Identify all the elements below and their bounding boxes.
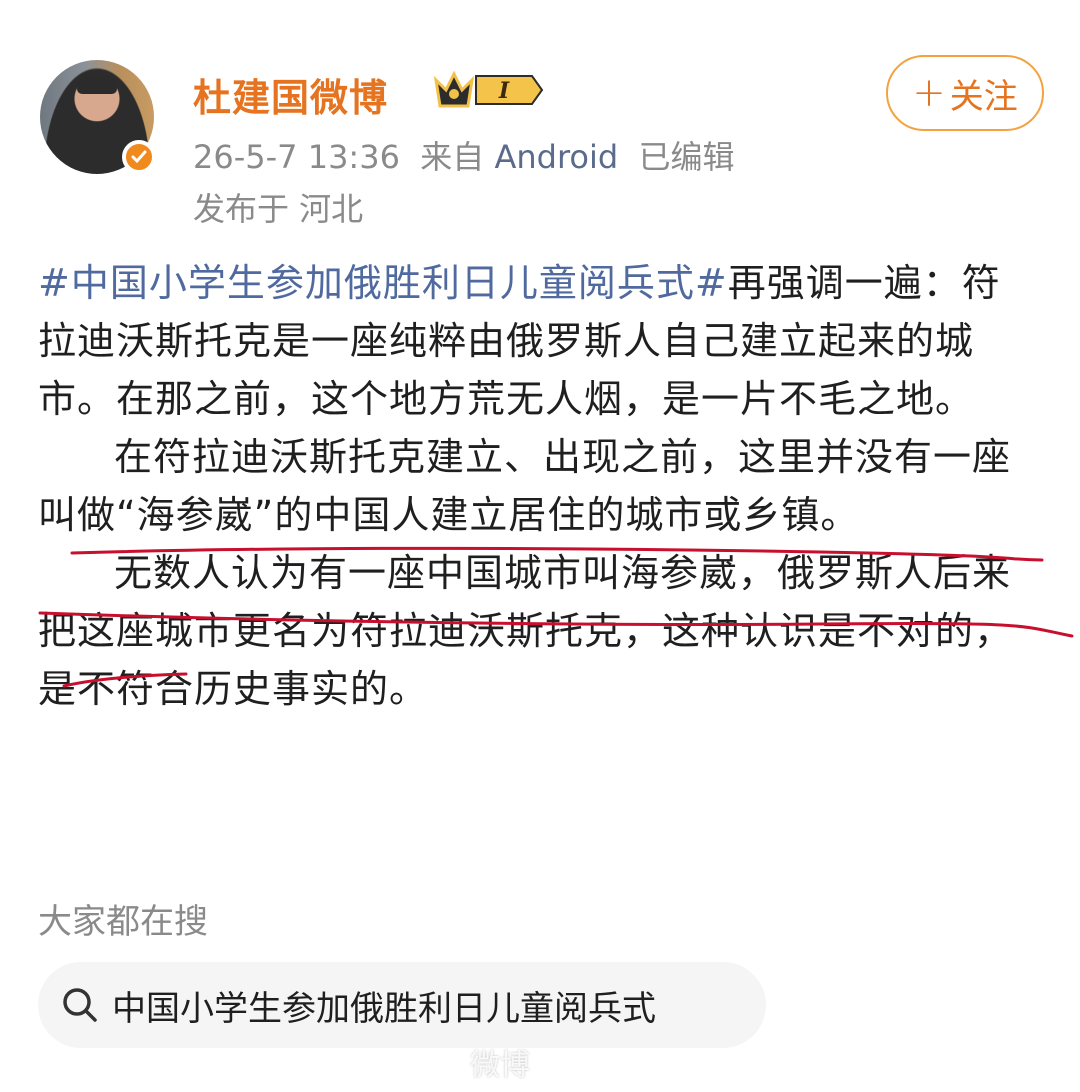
post-meta: 26-5-7 13:36 来自 Android 已编辑 (193, 132, 735, 178)
avatar-hair (77, 76, 117, 94)
watermark: 微博 (470, 1048, 530, 1083)
post-location: 发布于 河北 (193, 190, 364, 228)
plus-icon: + (912, 70, 946, 116)
follow-label: 关注 (949, 76, 1018, 117)
hot-search-item[interactable]: 中国小学生参加俄胜利日儿童阅兵式 (38, 962, 766, 1048)
follow-button[interactable]: + 关注 (886, 55, 1044, 131)
post-timestamp: 26-5-7 13:36 (193, 138, 400, 176)
source-prefix: 来自 (420, 138, 485, 176)
source-link[interactable]: Android (494, 138, 618, 176)
edited-label: 已编辑 (638, 138, 735, 176)
paragraph-1: #中国小学生参加俄胜利日儿童阅兵式#再强调一遍：符拉迪沃斯托克是一座纯粹由俄罗斯… (38, 254, 1038, 428)
verified-badge-icon (122, 140, 156, 174)
paragraph-3: 无数人认为有一座中国城市叫海参崴，俄罗斯人后来把这座城市更名为符拉迪沃斯托克，这… (38, 551, 1014, 711)
hot-search-query: 中国小学生参加俄胜利日儿童阅兵式 (112, 988, 656, 1029)
username[interactable]: 杜建国微博 (193, 67, 388, 122)
post-content: #中国小学生参加俄胜利日儿童阅兵式#再强调一遍：符拉迪沃斯托克是一座纯粹由俄罗斯… (38, 254, 1038, 718)
vip-level: I (498, 78, 510, 104)
hot-search-title: 大家都在搜 (38, 902, 208, 942)
check-icon (131, 150, 147, 164)
hashtag-link[interactable]: #中国小学生参加俄胜利日儿童阅兵式# (38, 261, 728, 305)
vip-crown-badge-icon[interactable]: I (432, 66, 544, 114)
search-icon (63, 988, 97, 1022)
paragraph-2: 在符拉迪沃斯托克建立、出现之前，这里并没有一座叫做“海参崴”的中国人建立居住的城… (38, 435, 1012, 537)
